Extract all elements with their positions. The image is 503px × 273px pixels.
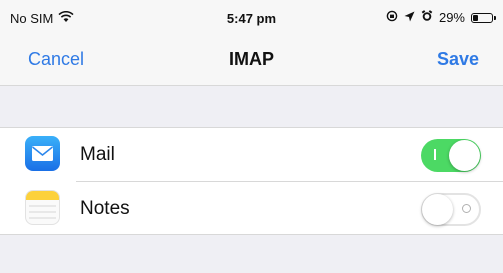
toggle-knob xyxy=(449,140,480,171)
toggle-off-indicator xyxy=(462,204,471,213)
navigation-bar: Cancel IMAP Save xyxy=(0,36,503,86)
screen-rotation-lock-icon xyxy=(386,10,398,25)
status-bar-right: 29% xyxy=(386,10,496,25)
toggle-on-indicator xyxy=(434,149,436,160)
mail-label: Mail xyxy=(80,144,115,165)
battery-level-fill xyxy=(473,14,478,21)
notes-app-icon xyxy=(25,190,60,225)
mail-app-icon xyxy=(25,136,60,171)
settings-row-notes: Notes xyxy=(0,182,503,236)
page-title: IMAP xyxy=(229,49,274,69)
notes-toggle[interactable] xyxy=(421,193,481,226)
notes-label: Notes xyxy=(80,198,130,219)
status-bar: No SIM 5:47 pm 29% xyxy=(0,0,503,36)
alarm-icon xyxy=(421,10,433,25)
toggle-knob xyxy=(422,194,453,225)
mail-toggle[interactable] xyxy=(421,139,481,172)
battery-percent: 29% xyxy=(438,10,465,25)
settings-list: Mail Notes xyxy=(0,127,503,235)
settings-row-mail: Mail xyxy=(0,128,503,182)
battery-icon xyxy=(471,12,496,23)
save-button[interactable]: Save xyxy=(437,49,479,70)
location-arrow-icon xyxy=(404,10,415,25)
